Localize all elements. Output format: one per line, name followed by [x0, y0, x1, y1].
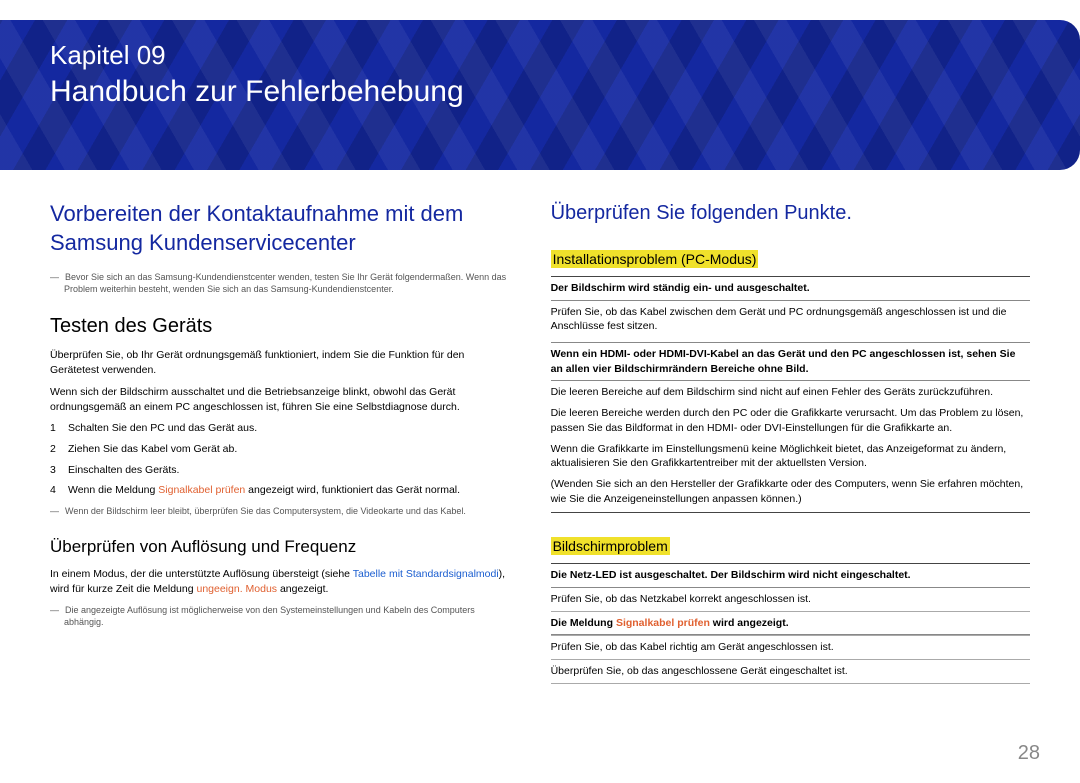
screen-row1-head: Die Netz-LED ist ausgeschaltet. Der Bild… [551, 563, 1030, 588]
install-row2-b1: Die leeren Bereiche auf dem Bildschirm s… [551, 385, 1030, 400]
install-row2-body: Die leeren Bereiche auf dem Bildschirm s… [551, 381, 1030, 506]
install-row2-b3: Wenn die Grafikkarte im Einstellungsmenü… [551, 442, 1030, 471]
step-4-red: Signalkabel prüfen [158, 484, 245, 496]
page-number: 28 [1018, 742, 1040, 765]
step-4-post: angezeigt wird, funktioniert das Gerät n… [245, 484, 460, 496]
content-columns: Vorbereiten der Kontaktaufnahme mit dem … [50, 200, 1030, 684]
check-points-heading: Überprüfen Sie folgenden Punkte. [551, 200, 1030, 226]
install-row2-b2: Die leeren Bereiche werden durch den PC … [551, 406, 1030, 435]
screen-problem-table: Die Netz-LED ist ausgeschaltet. Der Bild… [551, 563, 1030, 683]
manual-page: Kapitel 09 Handbuch zur Fehlerbehebung V… [0, 20, 1080, 704]
test-device-heading: Testen des Geräts [50, 315, 511, 338]
screen-row2-b1: Prüfen Sie, ob das Kabel richtig am Gerä… [551, 635, 1030, 659]
resolution-note: Die angezeigte Auflösung ist möglicherwe… [50, 604, 511, 628]
contact-heading: Vorbereiten der Kontaktaufnahme mit dem … [50, 200, 511, 257]
install-row1-head: Der Bildschirm wird ständig ein- und aus… [551, 276, 1030, 301]
resolution-red: ungeeign. Modus [196, 583, 277, 595]
chapter-title: Handbuch zur Fehlerbehebung [50, 75, 1030, 109]
install-problem-table: Der Bildschirm wird ständig ein- und aus… [551, 276, 1030, 513]
step-4: Wenn die Meldung Signalkabel prüfen ange… [68, 483, 511, 499]
blank-screen-note: Wenn der Bildschirm leer bleibt, überprü… [50, 505, 511, 517]
test-steps-list: Schalten Sie den PC und das Gerät aus. Z… [50, 421, 511, 499]
screen-row1-body: Prüfen Sie, ob das Netzkabel korrekt ang… [551, 588, 1030, 611]
install-row2-b4: (Wenden Sie sich an den Hersteller der G… [551, 477, 1030, 506]
resolution-paragraph: In einem Modus, der die unterstützte Auf… [50, 567, 511, 596]
screen-row2-head: Die Meldung Signalkabel prüfen wird ange… [551, 611, 1030, 636]
pre-contact-note: Bevor Sie sich an das Samsung-Kundendien… [50, 271, 511, 295]
install-row1-body: Prüfen Sie, ob das Kabel zwischen dem Ge… [551, 301, 1030, 342]
chapter-header: Kapitel 09 Handbuch zur Fehlerbehebung [0, 20, 1080, 170]
resolution-text-pre: In einem Modus, der die unterstützte Auf… [50, 568, 353, 580]
chapter-label: Kapitel 09 [50, 40, 1030, 71]
section-divider [551, 512, 1030, 513]
signal-modes-link[interactable]: Tabelle mit Standardsignalmodi [353, 568, 499, 580]
test-paragraph-2: Wenn sich der Bildschirm ausschaltet und… [50, 385, 511, 414]
right-column: Überprüfen Sie folgenden Punkte. Install… [551, 200, 1030, 684]
test-paragraph-1: Überprüfen Sie, ob Ihr Gerät ordnungsgem… [50, 348, 511, 377]
screen-row2-pre: Die Meldung [551, 617, 616, 629]
step-4-pre: Wenn die Meldung [68, 484, 158, 496]
screen-row2-post: wird angezeigt. [710, 617, 789, 629]
resolution-text-post: angezeigt. [277, 583, 328, 595]
screen-row2-red: Signalkabel prüfen [616, 617, 710, 629]
install-problem-label: Installationsproblem (PC-Modus) [551, 250, 759, 268]
install-row2-head: Wenn ein HDMI- oder HDMI-DVI-Kabel an da… [551, 342, 1030, 381]
resolution-heading: Überprüfen von Auflösung und Frequenz [50, 537, 511, 557]
left-column: Vorbereiten der Kontaktaufnahme mit dem … [50, 200, 511, 684]
screen-row2-b2: Überprüfen Sie, ob das angeschlossene Ge… [551, 659, 1030, 684]
step-2: Ziehen Sie das Kabel vom Gerät ab. [68, 442, 511, 458]
step-1: Schalten Sie den PC und das Gerät aus. [68, 421, 511, 437]
step-3: Einschalten des Geräts. [68, 463, 511, 479]
screen-problem-label: Bildschirmproblem [551, 537, 670, 555]
